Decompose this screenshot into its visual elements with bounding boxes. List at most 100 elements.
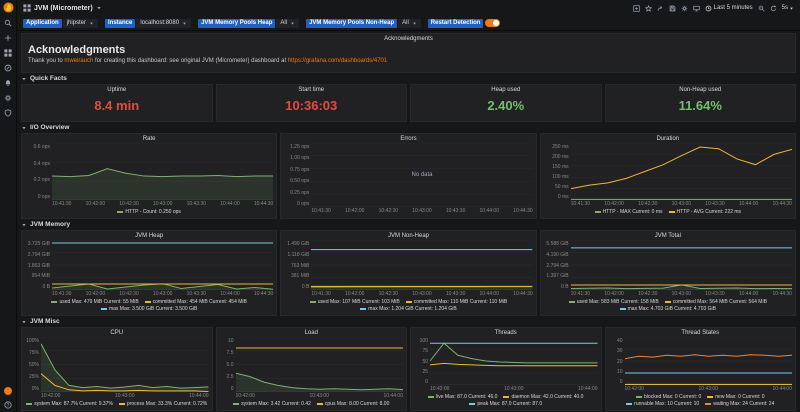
plot-area[interactable] xyxy=(236,337,404,392)
legend-item[interactable]: cpus Max: 8.00 Current: 8.00 xyxy=(317,401,389,408)
legend-item[interactable]: system Max: 87.7% Current: 9.37% xyxy=(26,401,113,408)
zoom-out-icon[interactable] xyxy=(758,5,765,12)
legend-item[interactable]: process Max: 33.3% Current: 0.72% xyxy=(119,401,207,408)
create-icon[interactable] xyxy=(4,34,12,42)
help-icon[interactable] xyxy=(4,401,12,409)
row-header-jvm-misc[interactable]: JVM Misc xyxy=(21,317,796,326)
settings-gear-icon[interactable] xyxy=(681,5,688,12)
variable-value-dropdown[interactable]: All xyxy=(398,19,421,28)
plot-area[interactable] xyxy=(41,337,209,392)
variable-value-dropdown[interactable]: localhost:8080 xyxy=(136,19,191,28)
legend-item[interactable]: blocked Max: 0 Current: 0 xyxy=(636,394,701,401)
server-admin-shield-icon[interactable] xyxy=(4,109,12,117)
panel-title[interactable]: Rate xyxy=(22,134,276,143)
plot-area[interactable] xyxy=(571,143,792,200)
legend-item[interactable]: committed Max: 564 MiB Current: 564 MiB xyxy=(665,299,767,306)
variable-label: JVM Memory Pools Heap xyxy=(198,19,275,28)
star-icon[interactable] xyxy=(645,5,652,12)
restart-detection-toggle[interactable] xyxy=(485,19,500,27)
y-axis-tick: 2.794 GiB xyxy=(28,252,50,258)
refresh-icon[interactable] xyxy=(770,5,777,12)
alerting-bell-icon[interactable] xyxy=(4,79,12,87)
legend-item[interactable]: committed Max: 110 MiB Current: 110 MiB xyxy=(406,299,507,306)
legend-color-swatch xyxy=(620,308,626,310)
legend-color-swatch xyxy=(707,396,713,398)
legend-item[interactable]: daemon Max: 42.0 Current: 40.0 xyxy=(503,394,583,401)
panel-title[interactable]: Uptime xyxy=(22,85,212,94)
row-title: JVM Memory xyxy=(30,221,70,228)
legend-item[interactable]: used Max: 479 MiB Current: 55 MiB xyxy=(51,299,138,306)
legend-item[interactable]: peak Max: 87.0 Current: 87.0 xyxy=(469,401,542,408)
chevron-down-icon xyxy=(21,125,27,131)
y-axis-tick: 0 xyxy=(231,386,234,392)
dashboard-source-link[interactable]: https://grafana.com/dashboards/4701 xyxy=(288,58,387,64)
legend-item[interactable]: committed Max: 454 MiB Current: 454 MiB xyxy=(145,299,247,306)
plot-area[interactable] xyxy=(625,337,793,385)
plot-area[interactable] xyxy=(571,240,792,290)
legend-item[interactable]: HTTP - AVG Current: 222 ms xyxy=(669,209,742,216)
x-axis-tick: 10:44:00 xyxy=(739,201,758,207)
share-icon[interactable] xyxy=(657,5,664,12)
panel-title[interactable]: Load xyxy=(217,328,407,337)
chevron-down-icon[interactable] xyxy=(96,5,102,11)
plot-area[interactable] xyxy=(52,240,273,290)
panel-title[interactable]: Acknowledgments xyxy=(28,34,789,43)
explore-compass-icon[interactable] xyxy=(4,64,12,72)
stat-value: 10:36:03 xyxy=(217,98,407,113)
cycle-view-icon[interactable] xyxy=(693,5,700,12)
panel-title[interactable]: Non-Heap used xyxy=(606,85,796,94)
variable-value-dropdown[interactable]: jhipster xyxy=(63,19,98,28)
configuration-gear-icon[interactable] xyxy=(4,94,12,102)
row-header-io-overview[interactable]: I/O Overview xyxy=(21,123,796,132)
legend-item[interactable]: waiting Max: 24 Current: 24 xyxy=(705,401,774,408)
legend-item[interactable]: HTTP - MAX Current: 0 ms xyxy=(595,209,663,216)
plot-area[interactable] xyxy=(311,240,532,290)
panel-title[interactable]: Threads xyxy=(411,328,601,337)
grafana-logo[interactable] xyxy=(3,2,14,13)
y-axis-tick: 50 xyxy=(422,359,428,365)
refresh-interval-picker[interactable]: 5s xyxy=(782,5,794,11)
panel-title[interactable]: Start time xyxy=(217,85,407,94)
save-icon[interactable] xyxy=(669,5,676,12)
legend-item[interactable]: new Max: 0 Current: 0 xyxy=(707,394,764,401)
legend-item[interactable]: system Max: 3.42 Current: 0.42 xyxy=(233,401,311,408)
legend-item[interactable]: max Max: 4.703 GiB Current: 4.703 GiB xyxy=(620,306,716,313)
panel-title[interactable]: Errors xyxy=(281,134,535,143)
legend-item[interactable]: max Max: 3.500 GiB Current: 3.500 GiB xyxy=(101,306,197,313)
panel-title[interactable]: Heap used xyxy=(411,85,601,94)
panel-title[interactable]: Duration xyxy=(541,134,795,143)
panel-title[interactable]: JVM Total xyxy=(541,231,795,240)
dashboard-scroll-area[interactable]: Acknowledgments Acknowledgments Thank yo… xyxy=(17,31,800,412)
dashboard-title[interactable]: JVM (Micrometer) xyxy=(34,5,93,12)
y-axis-tick: 0 B xyxy=(561,284,569,290)
search-icon[interactable] xyxy=(4,19,12,27)
dashboards-icon[interactable] xyxy=(4,49,12,57)
user-avatar[interactable] xyxy=(4,387,12,395)
plot-area[interactable] xyxy=(430,337,598,385)
time-range-picker[interactable]: Last 5 minutes xyxy=(705,5,753,12)
plot-area[interactable]: No data xyxy=(311,143,532,207)
row-header-jvm-memory[interactable]: JVM Memory xyxy=(21,220,796,229)
quick-facts-row: Uptime 8.4 min Start time 10:36:03 Heap … xyxy=(21,84,796,122)
plot-area[interactable] xyxy=(52,143,273,200)
row-header-quick-facts[interactable]: Quick Facts xyxy=(21,74,796,83)
panel-title[interactable]: JVM Heap xyxy=(22,231,276,240)
legend-item[interactable]: max Max: 1.204 GiB Current: 1.204 GiB xyxy=(360,306,456,313)
add-panel-icon[interactable] xyxy=(633,5,640,12)
legend-item[interactable]: runnable Max: 10 Current: 10 xyxy=(626,401,699,408)
variable-value-dropdown[interactable]: All xyxy=(276,19,299,28)
x-axis-tick: 10:43:00 xyxy=(153,291,172,297)
author-link[interactable]: mweirauch xyxy=(64,58,93,64)
legend-item[interactable]: HTTP - Count: 0.250 ops xyxy=(117,209,181,216)
panel-title[interactable]: JVM Non-Heap xyxy=(281,231,535,240)
variable-label: JVM Memory Pools Non-Heap xyxy=(306,19,397,28)
x-axis: 10:41:3010:42:0010:42:3010:43:0010:43:30… xyxy=(52,290,273,298)
legend-item[interactable]: live Max: 87.0 Current: 46.0 xyxy=(428,394,497,401)
legend-item[interactable]: used Max: 583 MiB Current: 158 MiB xyxy=(569,299,659,306)
panel-title[interactable]: Thread States xyxy=(606,328,796,337)
y-axis-tick: 0 xyxy=(620,379,623,385)
x-axis-tick: 10:42:30 xyxy=(638,291,657,297)
legend-item[interactable]: used Max: 107 MiB Current: 103 MiB xyxy=(310,299,400,306)
stat-value: 11.64% xyxy=(606,98,796,113)
panel-title[interactable]: CPU xyxy=(22,328,212,337)
